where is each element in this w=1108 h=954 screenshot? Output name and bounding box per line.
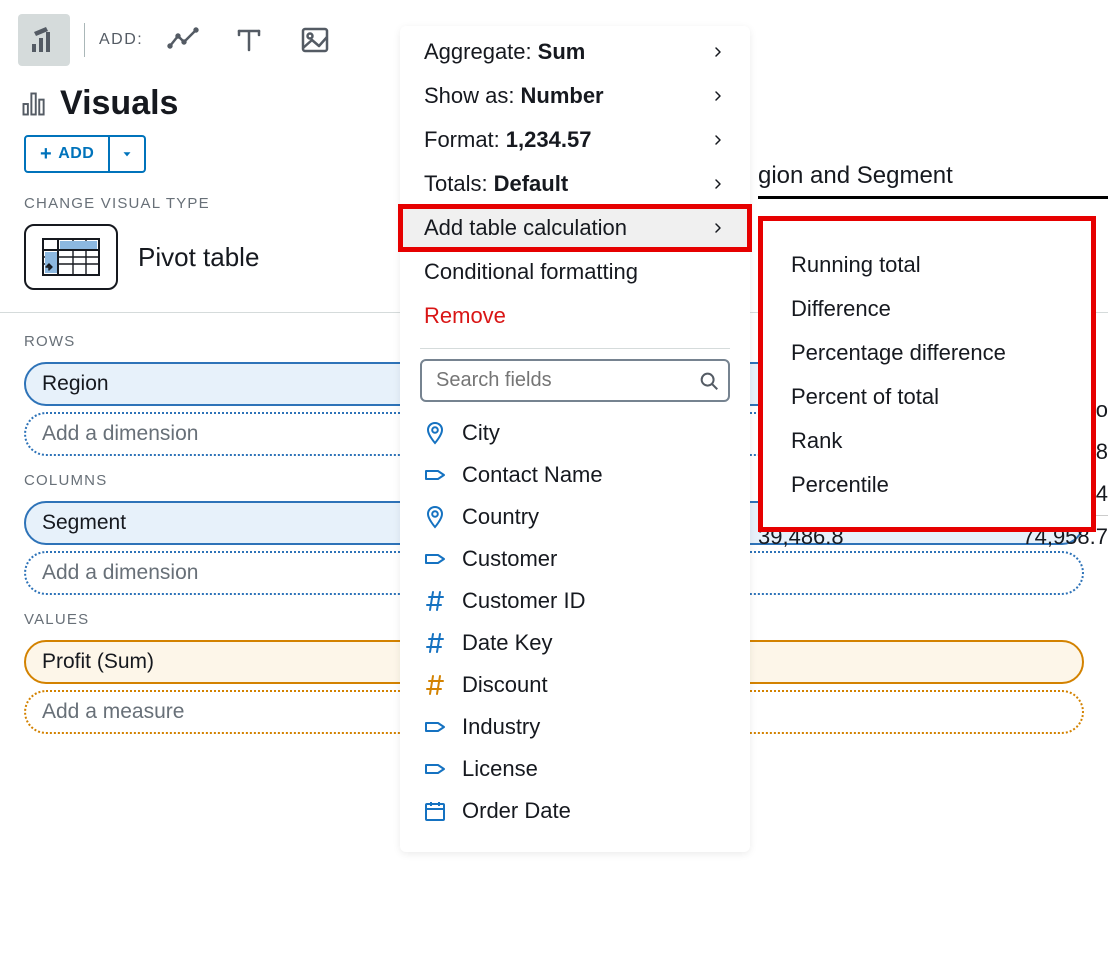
search-icon [698, 370, 720, 392]
table-title-fragment: gion and Segment [758, 162, 1108, 199]
submenu-item-running-total[interactable]: Running total [763, 243, 1091, 287]
field-item-date-key[interactable]: Date Key [400, 622, 750, 664]
add-text-button[interactable] [223, 14, 275, 66]
field-label: Contact Name [462, 462, 603, 488]
field-list: City Contact Name Country Customer Customer … [400, 412, 750, 832]
submenu-item-percentage-difference[interactable]: Percentage difference [763, 331, 1091, 375]
pin-icon [422, 504, 448, 530]
visual-type-name: Pivot table [138, 242, 259, 273]
field-item-order-date[interactable]: Order Date [400, 790, 750, 832]
field-label: Country [462, 504, 539, 530]
menu-separator [420, 348, 730, 349]
submenu-item-rank[interactable]: Rank [763, 419, 1091, 463]
add-label: ADD: [99, 31, 143, 49]
cal-icon [422, 798, 448, 824]
bars-icon [20, 90, 48, 118]
add-line-chart-button[interactable] [157, 14, 209, 66]
field-label: Industry [462, 714, 540, 740]
chevron-right-icon [710, 44, 726, 60]
chevron-right-icon [710, 132, 726, 148]
hash-b-icon [422, 588, 448, 614]
separator [84, 23, 85, 57]
chart-edit-button[interactable] [18, 14, 70, 66]
field-label: Date Key [462, 630, 553, 656]
pivot-table-thumb[interactable] [24, 224, 118, 290]
search-fields-wrap [420, 359, 730, 402]
menu-remove[interactable]: Remove [400, 294, 750, 338]
hash-o-icon [422, 672, 448, 698]
field-item-country[interactable]: Country [400, 496, 750, 538]
hash-b-icon [422, 630, 448, 656]
field-context-menu: Aggregate: Sum Show as: Number Format: 1… [400, 26, 750, 852]
add-visual-dropdown[interactable] [110, 135, 146, 173]
menu-format[interactable]: Format: 1,234.57 [400, 118, 750, 162]
plus-icon: + [40, 144, 52, 164]
chevron-right-icon [710, 220, 726, 236]
chevron-right-icon [710, 88, 726, 104]
field-item-customer[interactable]: Customer [400, 538, 750, 580]
add-visual-split-button: +ADD [24, 135, 146, 173]
field-label: Order Date [462, 798, 571, 824]
field-label: License [462, 756, 538, 782]
visuals-title: Visuals [60, 84, 178, 123]
field-item-discount[interactable]: Discount [400, 664, 750, 706]
submenu-item-percentile[interactable]: Percentile [763, 463, 1091, 507]
tag-icon [422, 714, 448, 740]
field-item-industry[interactable]: Industry [400, 706, 750, 748]
tag-icon [422, 546, 448, 572]
field-item-contact-name[interactable]: Contact Name [400, 454, 750, 496]
field-label: City [462, 420, 500, 446]
tag-icon [422, 462, 448, 488]
field-item-city[interactable]: City [400, 412, 750, 454]
tag-icon [422, 756, 448, 782]
pin-icon [422, 420, 448, 446]
field-item-customer-id[interactable]: Customer ID [400, 580, 750, 622]
field-label: Discount [462, 672, 548, 698]
search-fields-input[interactable] [420, 359, 730, 402]
menu-totals[interactable]: Totals: Default [400, 162, 750, 206]
field-item-license[interactable]: License [400, 748, 750, 790]
add-image-button[interactable] [289, 14, 341, 66]
chevron-right-icon [710, 176, 726, 192]
field-label: Customer [462, 546, 557, 572]
submenu-item-difference[interactable]: Difference [763, 287, 1091, 331]
menu-show-as[interactable]: Show as: Number [400, 74, 750, 118]
table-calculation-submenu: Running totalDifferencePercentage differ… [758, 216, 1096, 532]
menu-conditional-formatting[interactable]: Conditional formatting [400, 250, 750, 294]
menu-add-table-calculation[interactable]: Add table calculation [400, 206, 750, 250]
add-visual-button[interactable]: +ADD [24, 135, 110, 173]
menu-aggregate[interactable]: Aggregate: Sum [400, 30, 750, 74]
submenu-item-percent-of-total[interactable]: Percent of total [763, 375, 1091, 419]
field-label: Customer ID [462, 588, 585, 614]
